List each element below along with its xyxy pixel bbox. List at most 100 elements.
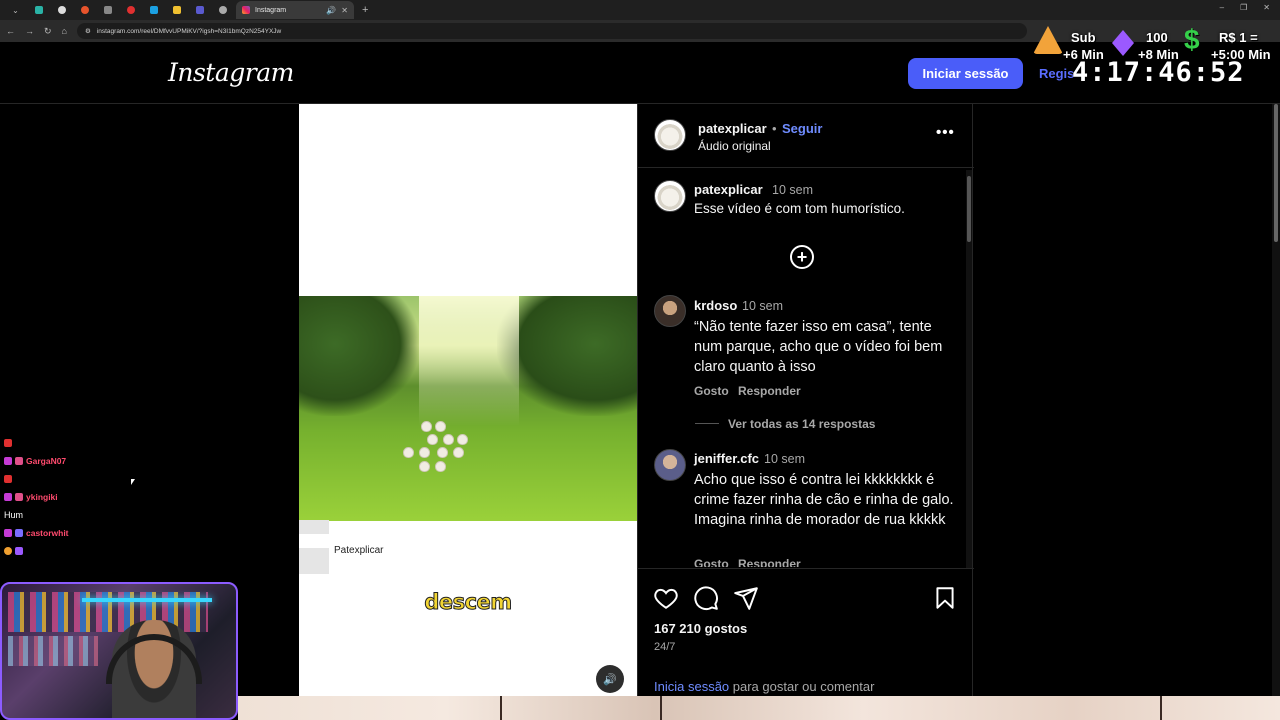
subathon-timer: 4:17:46:52 <box>1072 57 1245 88</box>
comment-text: “Não tente fazer isso em casa”, tente nu… <box>694 319 943 375</box>
overlay-hundred-label: 100 <box>1146 30 1168 45</box>
pinned-tab[interactable] <box>96 2 119 18</box>
chat-username: castorwhit <box>26 528 69 538</box>
emote-icon <box>4 475 12 483</box>
tab-title: Instagram <box>255 6 287 14</box>
comment-username[interactable]: jeniffer.cfc <box>694 451 759 466</box>
caption-text: Esse vídeo é com tom humorístico. <box>694 201 905 216</box>
comment-reply-link[interactable]: Responder <box>738 384 801 398</box>
comment-reply-link[interactable]: Responder <box>738 557 801 567</box>
close-tab-icon[interactable]: ✕ <box>341 6 348 15</box>
instagram-favicon-icon <box>242 6 250 14</box>
chat-message: GargaN07 <box>4 452 134 470</box>
garlic-bulb <box>443 434 454 445</box>
comment-icon[interactable] <box>693 585 719 611</box>
garlic-bulb <box>403 447 414 458</box>
garlic-bulb <box>453 447 464 458</box>
overlay-sub-label: Sub <box>1071 30 1096 45</box>
bookmark-icon[interactable] <box>932 585 958 611</box>
pinned-tab[interactable] <box>119 2 142 18</box>
garlic-group <box>399 421 469 481</box>
comments-list[interactable]: patexplicar 10 sem Esse vídeo é com tom … <box>638 169 974 567</box>
pinned-tab[interactable] <box>211 2 234 18</box>
login-button[interactable]: Iniciar sessão <box>908 58 1023 89</box>
webcam-shelf <box>8 636 98 666</box>
tab-instagram[interactable]: Instagram 🔊 ✕ <box>236 1 354 19</box>
streamer-webcam <box>0 582 238 720</box>
separator-dot: • <box>772 121 777 136</box>
caption-time: 10 sem <box>772 183 813 197</box>
trees-left <box>299 296 419 416</box>
heart-icon[interactable] <box>653 585 679 611</box>
author-avatar[interactable] <box>654 119 686 151</box>
comment-avatar[interactable] <box>654 295 686 327</box>
login-prompt-link[interactable]: Inicia sessão <box>654 679 729 694</box>
restore-icon[interactable]: ❐ <box>1240 3 1247 12</box>
minimize-icon[interactable]: – <box>1220 3 1224 12</box>
page-scrollbar[interactable] <box>1272 104 1280 696</box>
chat-emote-line <box>4 434 134 452</box>
more-options-icon[interactable]: ••• <box>936 124 955 141</box>
badge-icon <box>4 493 12 501</box>
close-window-icon[interactable]: ✕ <box>1263 3 1270 12</box>
comment-like-link[interactable]: Gosto <box>694 557 729 567</box>
post-actions: 167 210 gostos 24/7 Inicia sessão para g… <box>638 568 974 696</box>
new-tab-icon[interactable]: + <box>362 4 368 16</box>
chat-emote-line <box>4 542 134 560</box>
badge-icon <box>15 493 23 501</box>
video-subtitle: descem <box>424 590 513 615</box>
author-username[interactable]: patexplicar <box>698 121 767 136</box>
caption-avatar[interactable] <box>654 180 686 212</box>
site-info-icon[interactable]: ⚙ <box>85 27 91 35</box>
pinned-tab[interactable] <box>165 2 188 18</box>
emote-icon <box>15 547 23 555</box>
chat-username: GargaN07 <box>26 456 67 466</box>
pinned-tab[interactable] <box>27 2 50 18</box>
mute-button[interactable]: 🔊 <box>596 665 624 693</box>
credit-avatar-placeholder <box>299 548 329 574</box>
audio-link[interactable]: Áudio original <box>698 139 771 153</box>
badge-icon <box>4 457 12 465</box>
forward-icon[interactable]: → <box>25 26 34 36</box>
speaker-icon[interactable]: 🔊 <box>326 6 336 15</box>
scrollbar-thumb[interactable] <box>967 176 971 242</box>
home-icon[interactable]: ⌂ <box>62 26 67 36</box>
url-text: instagram.com/reel/DMfvvUPMiKV/?igsh=N3I… <box>96 27 282 35</box>
likes-count[interactable]: 167 210 gostos <box>654 621 747 636</box>
webcam-neon-light <box>82 598 212 602</box>
chat-message-text: Hum <box>4 510 24 520</box>
post-panel: patexplicar • Seguir Áudio original ••• … <box>637 104 974 696</box>
chat-username: ykingiki <box>26 492 58 502</box>
url-field[interactable]: ⚙ instagram.com/reel/DMfvvUPMiKV/?igsh=N… <box>76 23 1027 39</box>
comment-like-link[interactable]: Gosto <box>694 384 729 398</box>
post-date[interactable]: 24/7 <box>654 641 675 653</box>
browser-tab-bar: ⌄ Instagram 🔊 ✕ + – ❐ ✕ <box>0 0 1280 20</box>
register-link[interactable]: Regis <box>1039 66 1074 81</box>
garlic-bulb <box>435 421 446 432</box>
page-scrollbar-thumb[interactable] <box>1274 104 1278 242</box>
credit-placeholder <box>299 520 329 534</box>
back-icon[interactable]: ← <box>6 26 15 36</box>
pinned-tab[interactable] <box>142 2 165 18</box>
reel-video[interactable]: Patexplicar descem 🔊 <box>299 104 637 696</box>
garlic-bulb <box>419 461 430 472</box>
tab-list-icon[interactable]: ⌄ <box>4 2 27 18</box>
stream-chat: GargaN07 ykingiki Hum castorwhit <box>4 434 134 560</box>
emote-icon <box>4 439 12 447</box>
view-replies-link[interactable]: Ver todas as 14 respostas <box>728 417 875 431</box>
load-more-icon[interactable]: + <box>790 245 814 269</box>
comment-avatar[interactable] <box>654 449 686 481</box>
replies-line <box>695 423 719 424</box>
pinned-tab[interactable] <box>188 2 211 18</box>
pinned-tab[interactable] <box>50 2 73 18</box>
chat-message: ykingiki <box>4 488 134 506</box>
comment-username[interactable]: krdoso <box>694 298 737 313</box>
video-credit: Patexplicar <box>334 545 384 556</box>
instagram-logo[interactable]: Instagram <box>168 58 294 87</box>
pinned-tab[interactable] <box>73 2 96 18</box>
reload-icon[interactable]: ↻ <box>44 26 52 37</box>
follow-button[interactable]: Seguir <box>782 121 822 136</box>
comments-scrollbar[interactable] <box>966 170 972 568</box>
share-icon[interactable] <box>733 585 759 611</box>
caption-username[interactable]: patexplicar <box>694 182 763 197</box>
